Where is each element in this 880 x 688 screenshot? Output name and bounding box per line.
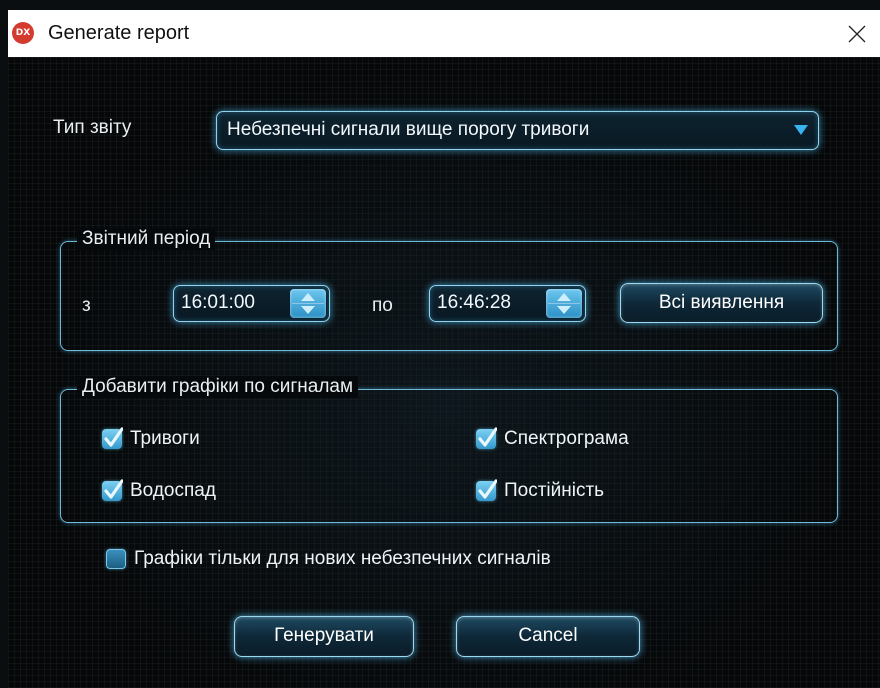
checkbox-waterfall-label: Водоспад [130,480,216,501]
close-button[interactable] [834,10,880,57]
check-icon [476,427,497,449]
from-time-spinner[interactable]: 16:01:00 [173,285,330,322]
generate-report-dialog: DX Generate report Тип звіту Небезпечні … [8,10,880,688]
close-icon [848,25,866,42]
report-type-label: Тип звіту [53,117,132,138]
window-title: Generate report [48,22,190,44]
checkbox-spectrogram-label: Спектрограма [504,428,629,449]
chevron-down-icon [794,125,808,135]
spinner-arrows-icon[interactable] [290,289,326,318]
cancel-button[interactable]: Cancel [456,616,640,657]
app-logo-icon: DX [12,22,34,44]
checkbox-persistence[interactable]: Постійність [476,479,605,502]
report-type-value: Небезпечні сигнали вище порогу тривоги [227,119,590,140]
all-detections-button[interactable]: Всі виявлення [620,283,823,323]
dialog-body: Тип звіту Небезпечні сигнали вище порогу… [8,57,880,688]
charts-group: Добавити графіки по сигналам [60,376,838,523]
check-icon [102,427,123,449]
to-time-spinner[interactable]: 16:46:28 [429,285,586,322]
period-group-title: Звітний період [77,228,216,250]
title-bar[interactable]: DX Generate report [8,10,880,57]
spinner-arrows-icon[interactable] [546,289,582,318]
charts-group-title: Добавити графіки по сигналам [77,376,359,398]
report-type-dropdown[interactable]: Небезпечні сигнали вище порогу тривоги [216,111,819,150]
generate-button[interactable]: Генерувати [234,616,414,657]
from-time-value: 16:01:00 [181,292,255,313]
checkbox-waterfall[interactable]: Водоспад [102,479,216,502]
checkbox-alarms-label: Тривоги [130,428,200,449]
checkbox-alarms[interactable]: Тривоги [102,427,200,450]
to-label: по [372,295,393,316]
checkbox-new-signals-only[interactable]: Графіки тільки для нових небезпечних сиг… [106,548,551,570]
checkbox-empty-icon [106,549,126,569]
to-time-value: 16:46:28 [437,292,511,313]
checkbox-spectrogram[interactable]: Спектрограма [476,427,629,450]
check-icon [102,479,123,501]
checkbox-persistence-label: Постійність [504,480,605,501]
from-label: з [82,295,91,316]
checkbox-new-signals-only-label: Графіки тільки для нових небезпечних сиг… [134,548,551,569]
check-icon [476,479,497,501]
